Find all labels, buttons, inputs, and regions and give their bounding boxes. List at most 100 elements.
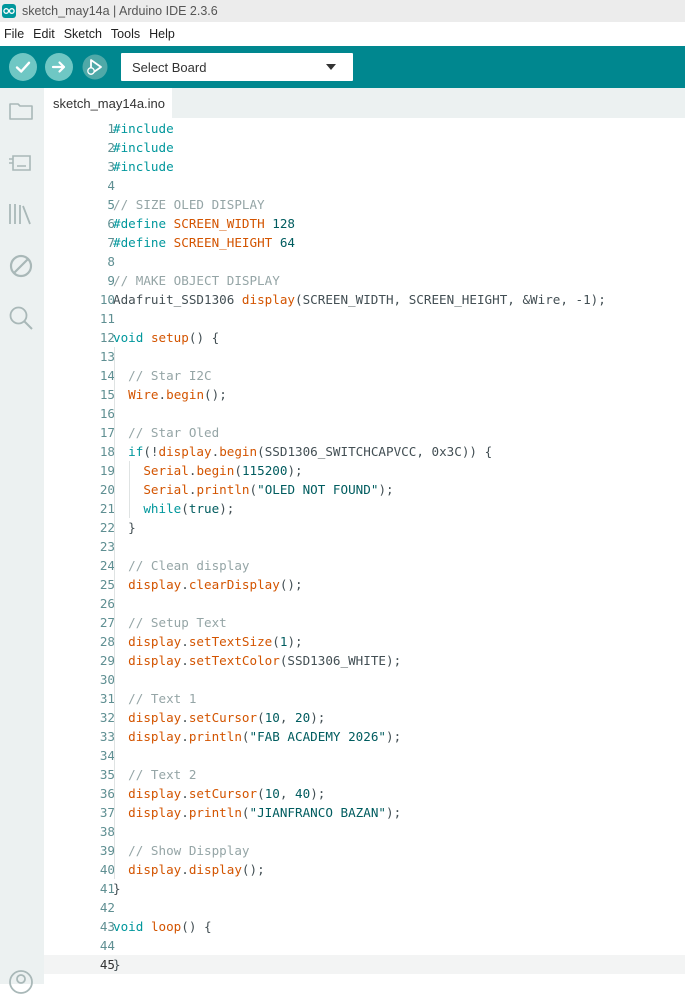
code-text: Adafruit_SSD1306 display(SCREEN_WIDTH, S… <box>113 290 606 309</box>
code-line[interactable]: 10 Adafruit_SSD1306 display(SCREEN_WIDTH,… <box>44 290 685 309</box>
code-editor[interactable]: 1 #include 2 #include 3 #include 4 5// SIZE OLE… <box>44 118 685 984</box>
profile-icon[interactable] <box>7 968 35 996</box>
line-number: 2 <box>107 140 115 155</box>
code-line[interactable]: 34 <box>44 746 685 765</box>
code-token: begin <box>219 444 258 459</box>
code-text: display.display(); <box>113 860 265 879</box>
code-token: 64 <box>279 235 296 250</box>
code-line[interactable]: 23 <box>44 537 685 556</box>
line-number: 14 <box>99 368 115 383</box>
code-line[interactable]: 16 <box>44 404 685 423</box>
code-line[interactable]: 1 #include <box>44 119 685 138</box>
code-token: "JIANFRANCO BAZAN" <box>249 805 386 820</box>
code-line[interactable]: 31 // Text 1 <box>44 689 685 708</box>
code-token: display <box>128 805 182 820</box>
menu-sketch[interactable]: Sketch <box>60 27 107 41</box>
debug-button[interactable] <box>81 53 109 81</box>
board-select-dropdown[interactable]: Select Board <box>121 53 353 81</box>
folder-icon[interactable] <box>7 96 35 124</box>
code-token: // Show Dispplay <box>128 843 250 858</box>
debug-disabled-icon[interactable] <box>7 252 35 280</box>
menu-help[interactable]: Help <box>145 27 180 41</box>
code-line[interactable]: 8 <box>44 252 685 271</box>
code-token: (! <box>143 444 159 459</box>
code-line[interactable]: 42 <box>44 898 685 917</box>
code-text: #define SCREEN_WIDTH 128 <box>113 214 295 233</box>
code-line[interactable]: 25 display.clearDisplay(); <box>44 575 685 594</box>
code-text: Serial.println("OLED NOT FOUND"); <box>113 480 393 499</box>
code-token: ); <box>386 729 402 744</box>
code-line[interactable]: 13 <box>44 347 685 366</box>
board-icon[interactable] <box>7 148 35 176</box>
code-text: } <box>113 518 136 537</box>
code-line[interactable]: 33 display.println("FAB ACADEMY 2026"); <box>44 727 685 746</box>
code-token: . <box>181 786 189 801</box>
code-line[interactable]: 4 <box>44 176 685 195</box>
code-line[interactable]: 24 // Clean display <box>44 556 685 575</box>
line-number: 20 <box>99 482 115 497</box>
search-icon[interactable] <box>7 304 35 332</box>
code-line[interactable]: 43 void loop() { <box>44 917 685 936</box>
code-line[interactable]: 15 Wire.begin(); <box>44 385 685 404</box>
code-line[interactable]: 14 // Star I2C <box>44 366 685 385</box>
code-token: , <box>279 786 296 801</box>
line-number: 38 <box>99 824 115 839</box>
checkmark-icon <box>15 61 31 73</box>
code-line[interactable]: 6 #define SCREEN_WIDTH 128 <box>44 214 685 233</box>
upload-button[interactable] <box>45 53 73 81</box>
indent-guide <box>129 461 130 518</box>
code-text: // Show Dispplay <box>113 841 250 860</box>
code-line[interactable]: 22 } <box>44 518 685 537</box>
code-token: setTextColor <box>188 653 280 668</box>
code-line[interactable]: 37 display.println("JIANFRANCO BAZAN"); <box>44 803 685 822</box>
code-line[interactable]: 38 <box>44 822 685 841</box>
code-token: } <box>113 957 121 972</box>
code-line[interactable]: 21 while(true); <box>44 499 685 518</box>
code-line[interactable]: 3 #include <box>44 157 685 176</box>
tab-sketch[interactable]: sketch_may14a.ino <box>44 88 172 118</box>
code-token: #include <box>113 159 174 174</box>
code-line[interactable]: 18 if(!display.begin(SSD1306_SWITCHCAPVC… <box>44 442 685 461</box>
code-text: display.println("FAB ACADEMY 2026"); <box>113 727 401 746</box>
code-token: ); <box>287 463 303 478</box>
code-line[interactable]: 28 display.setTextSize(1); <box>44 632 685 651</box>
code-line[interactable]: 9// MAKE OBJECT DISPLAY <box>44 271 685 290</box>
debug-icon <box>82 54 108 80</box>
code-line[interactable]: 35 // Text 2 <box>44 765 685 784</box>
code-token: (SCREEN_WIDTH, SCREEN_HEIGHT, &Wire, -1)… <box>294 292 606 307</box>
menu-file[interactable]: File <box>0 27 29 41</box>
code-line[interactable]: 12 void setup() { <box>44 328 685 347</box>
menu-edit[interactable]: Edit <box>29 27 60 41</box>
code-line[interactable]: 29 display.setTextColor(SSD1306_WHITE); <box>44 651 685 670</box>
code-line[interactable]: 44 <box>44 936 685 955</box>
code-line[interactable]: 2 #include <box>44 138 685 157</box>
code-line[interactable]: 11 <box>44 309 685 328</box>
code-line[interactable]: 19 Serial.begin(115200); <box>44 461 685 480</box>
code-line[interactable]: 45} <box>44 955 685 974</box>
code-line[interactable]: 5// SIZE OLED DISPLAY <box>44 195 685 214</box>
code-token: begin <box>196 463 235 478</box>
code-token: clearDisplay <box>188 577 280 592</box>
code-line[interactable]: 32 display.setCursor(10, 20); <box>44 708 685 727</box>
code-text: display.setCursor(10, 20); <box>113 708 325 727</box>
line-number: 6 <box>107 216 115 231</box>
code-text: display.println("JIANFRANCO BAZAN"); <box>113 803 401 822</box>
code-line[interactable]: 41} <box>44 879 685 898</box>
verify-button[interactable] <box>9 53 37 81</box>
code-line[interactable]: 26 <box>44 594 685 613</box>
library-icon[interactable] <box>7 200 35 228</box>
line-number: 4 <box>107 178 115 193</box>
code-line[interactable]: 20 Serial.println("OLED NOT FOUND"); <box>44 480 685 499</box>
code-line[interactable]: 7 #define SCREEN_HEIGHT 64 <box>44 233 685 252</box>
code-line[interactable]: 30 <box>44 670 685 689</box>
code-token: . <box>181 653 189 668</box>
code-line[interactable]: 27 // Setup Text <box>44 613 685 632</box>
line-number: 28 <box>99 634 115 649</box>
code-token: SCREEN_WIDTH <box>173 216 265 231</box>
code-line[interactable]: 36 display.setCursor(10, 40); <box>44 784 685 803</box>
code-line[interactable]: 17 // Star Oled <box>44 423 685 442</box>
code-line[interactable]: 40 display.display(); <box>44 860 685 879</box>
menu-tools[interactable]: Tools <box>107 27 145 41</box>
code-line[interactable]: 39 // Show Dispplay <box>44 841 685 860</box>
